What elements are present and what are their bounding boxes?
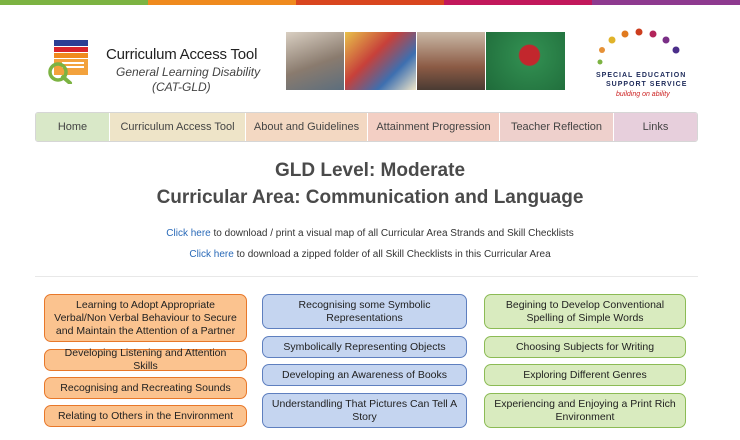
strip-segment: [148, 0, 296, 5]
strand-box[interactable]: Recognising some Symbolic Representation…: [262, 294, 467, 329]
download-map-link[interactable]: Click here: [166, 228, 210, 239]
strand-box[interactable]: Experiencing and Enjoying a Print Rich E…: [484, 393, 686, 428]
download-zip-line: Click here to download a zipped folder o…: [0, 249, 740, 260]
nav-attainment-progression[interactable]: Attainment Progression: [368, 113, 500, 141]
classroom-photo: [286, 32, 344, 90]
sess-dots-icon: [597, 28, 680, 65]
download-map-line: Click here to download / print a visual …: [0, 228, 740, 239]
strip-segment: [0, 0, 148, 5]
strand-box[interactable]: Developing Listening and Attention Skill…: [44, 347, 247, 372]
sess-line2: SUPPORT SERVICE: [606, 81, 688, 88]
logo-subtitle: General Learning Disability: [116, 65, 261, 79]
download-zip-link[interactable]: Click here: [189, 249, 233, 260]
strand-box[interactable]: Understandling That Pictures Can Tell A …: [262, 393, 467, 428]
photo-banner: [286, 32, 565, 90]
nav-about-guidelines[interactable]: About and Guidelines: [246, 113, 368, 141]
nav-links[interactable]: Links: [614, 113, 697, 141]
strand-box[interactable]: Begining to Develop Conventional Spellin…: [484, 294, 686, 329]
sess-tagline: building on ability: [616, 91, 670, 98]
area-heading: Curricular Area: Communication and Langu…: [156, 187, 584, 208]
strand-box[interactable]: Choosing Subjects for Writing: [484, 336, 686, 358]
strand-box[interactable]: Exploring Different Genres: [484, 364, 686, 386]
top-color-strip: [0, 0, 740, 5]
sess-logo[interactable]: SPECIAL EDUCATION SUPPORT SERVICE buildi…: [592, 28, 702, 98]
letters-photo: [344, 32, 417, 90]
nav-home[interactable]: Home: [36, 113, 110, 141]
logo-subtitle-abbr: (CAT-GLD): [152, 80, 211, 94]
download-map-text: to download / print a visual map of all …: [210, 228, 574, 239]
nav-teacher-reflection[interactable]: Teacher Reflection: [500, 113, 614, 141]
level-heading: GLD Level: Moderate: [274, 160, 466, 181]
strip-segment: [296, 0, 444, 5]
strand-box[interactable]: Learning to Adopt Appropriate Verbal/Non…: [44, 294, 247, 342]
strand-box[interactable]: Recognising and Recreating Sounds: [44, 377, 247, 399]
logo-title: Curriculum Access Tool: [106, 46, 258, 63]
strip-segment: [444, 0, 592, 5]
student-photo: [417, 32, 485, 90]
strand-box[interactable]: Symbolically Representing Objects: [262, 336, 467, 358]
sess-line1: SPECIAL EDUCATION: [596, 72, 687, 79]
nav-curriculum-access-tool[interactable]: Curriculum Access Tool: [110, 113, 246, 141]
divider: [35, 276, 698, 277]
document-magnifier-icon: [48, 40, 88, 84]
cat-logo[interactable]: Curriculum Access Tool General Learning …: [38, 32, 278, 102]
strand-box[interactable]: Developing an Awareness of Books: [262, 364, 467, 386]
main-nav: Home Curriculum Access Tool About and Gu…: [35, 112, 698, 142]
download-zip-text: to download a zipped folder of all Skill…: [233, 249, 551, 260]
strand-box[interactable]: Relating to Others in the Environment: [44, 405, 247, 427]
strip-segment: [592, 0, 740, 5]
handprint-photo: [485, 32, 565, 90]
